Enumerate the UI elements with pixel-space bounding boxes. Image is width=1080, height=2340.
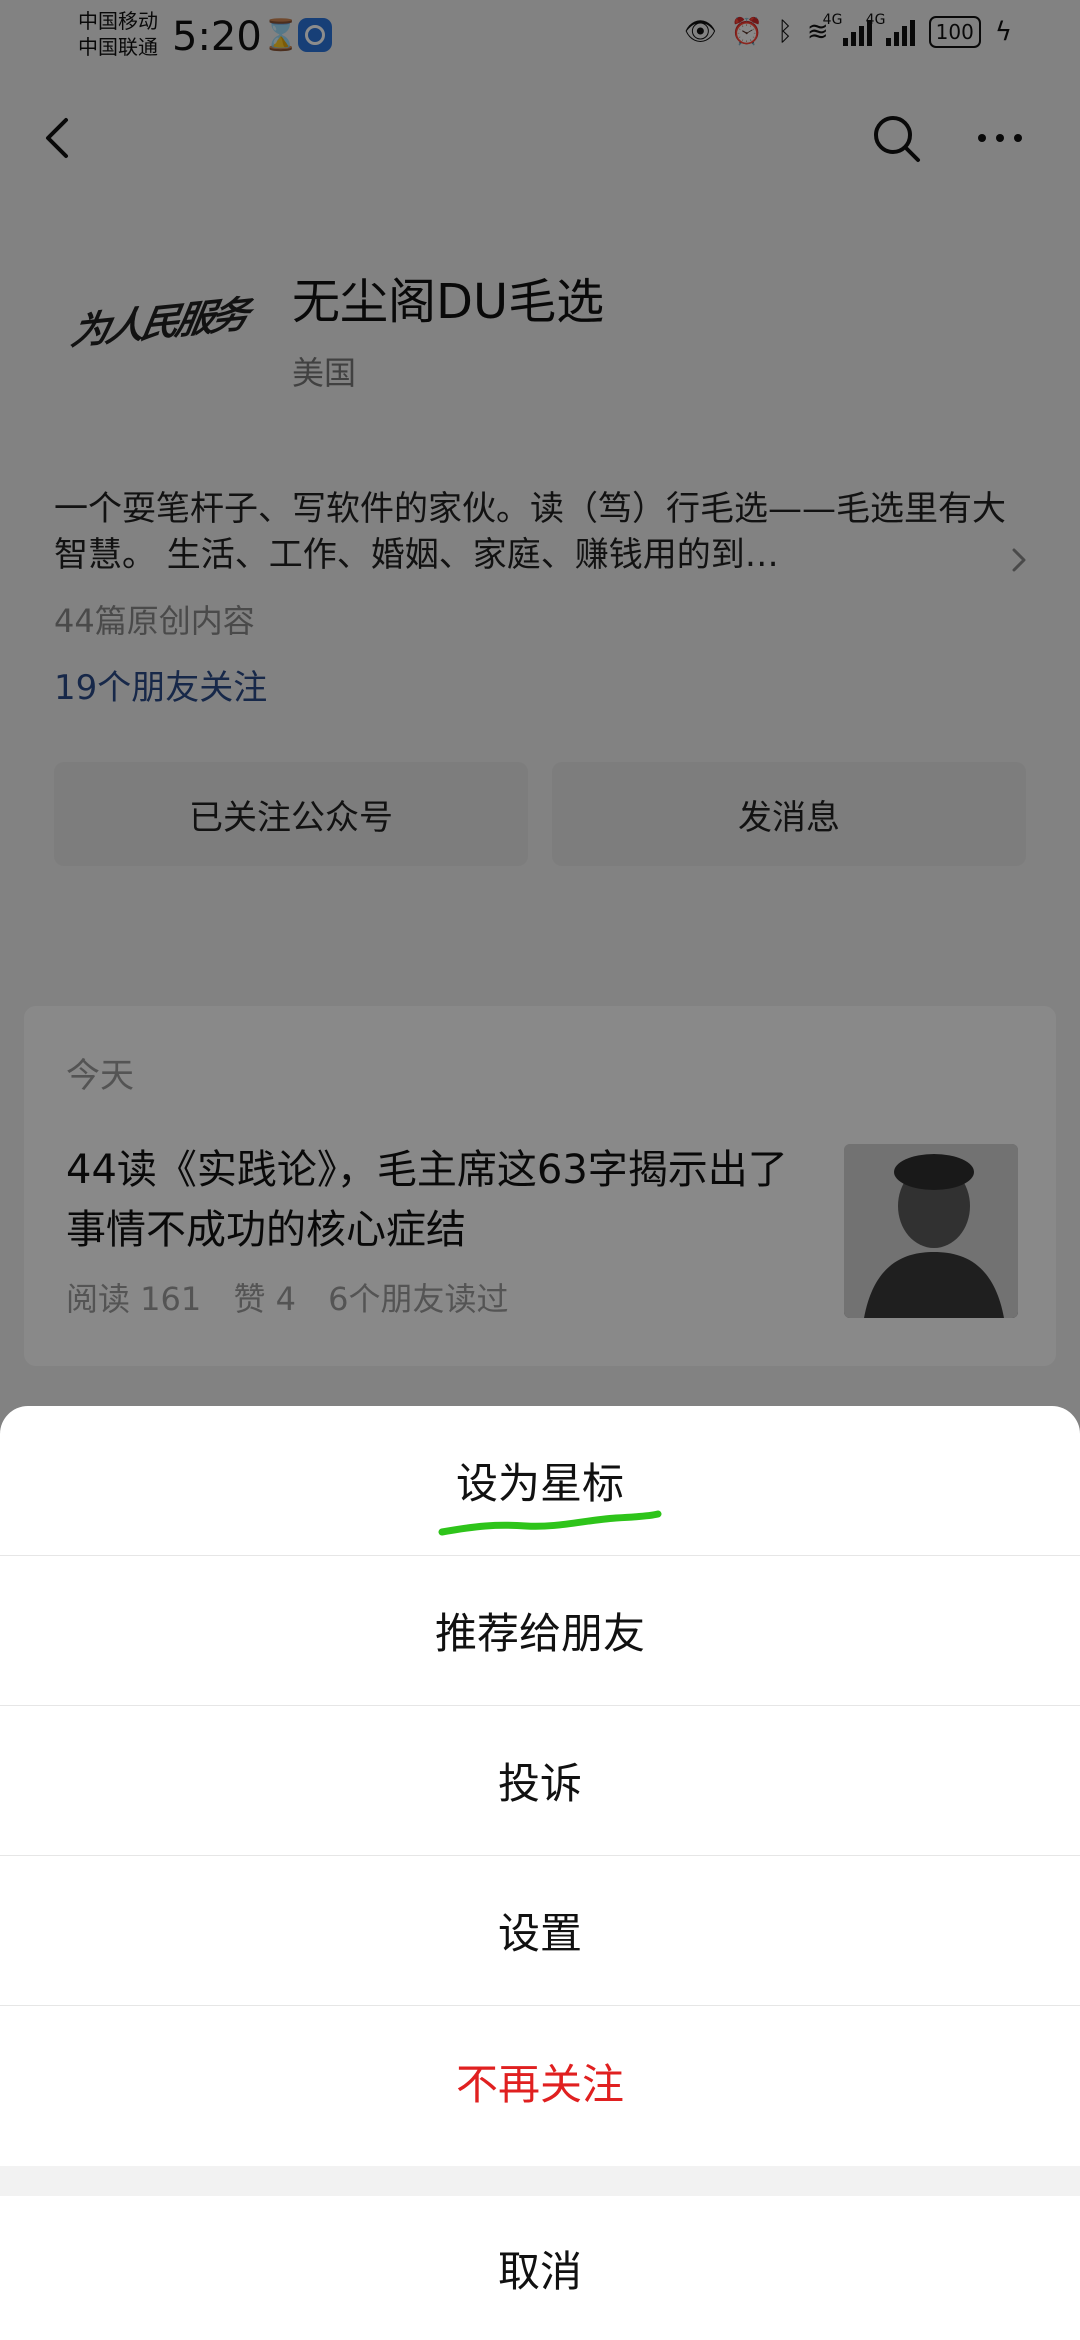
green-underline-annotation (438, 1510, 662, 1536)
action-sheet: 设为星标 推荐给朋友 投诉 设置 不再关注 取消 (0, 1406, 1080, 2340)
settings-button[interactable]: 设置 (0, 1856, 1080, 2006)
official-account-profile-page: 中国移动 中国联通 5:20 ⌛ 👁 ⏰ ᛒ ≋ 4G 4G 100 ϟ 为人民… (0, 0, 1080, 2340)
report-button[interactable]: 投诉 (0, 1706, 1080, 1856)
unfollow-button[interactable]: 不再关注 (0, 2006, 1080, 2156)
cancel-button[interactable]: 取消 (0, 2196, 1080, 2340)
recommend-to-friend-button[interactable]: 推荐给朋友 (0, 1556, 1080, 1706)
sheet-divider (0, 2166, 1080, 2196)
